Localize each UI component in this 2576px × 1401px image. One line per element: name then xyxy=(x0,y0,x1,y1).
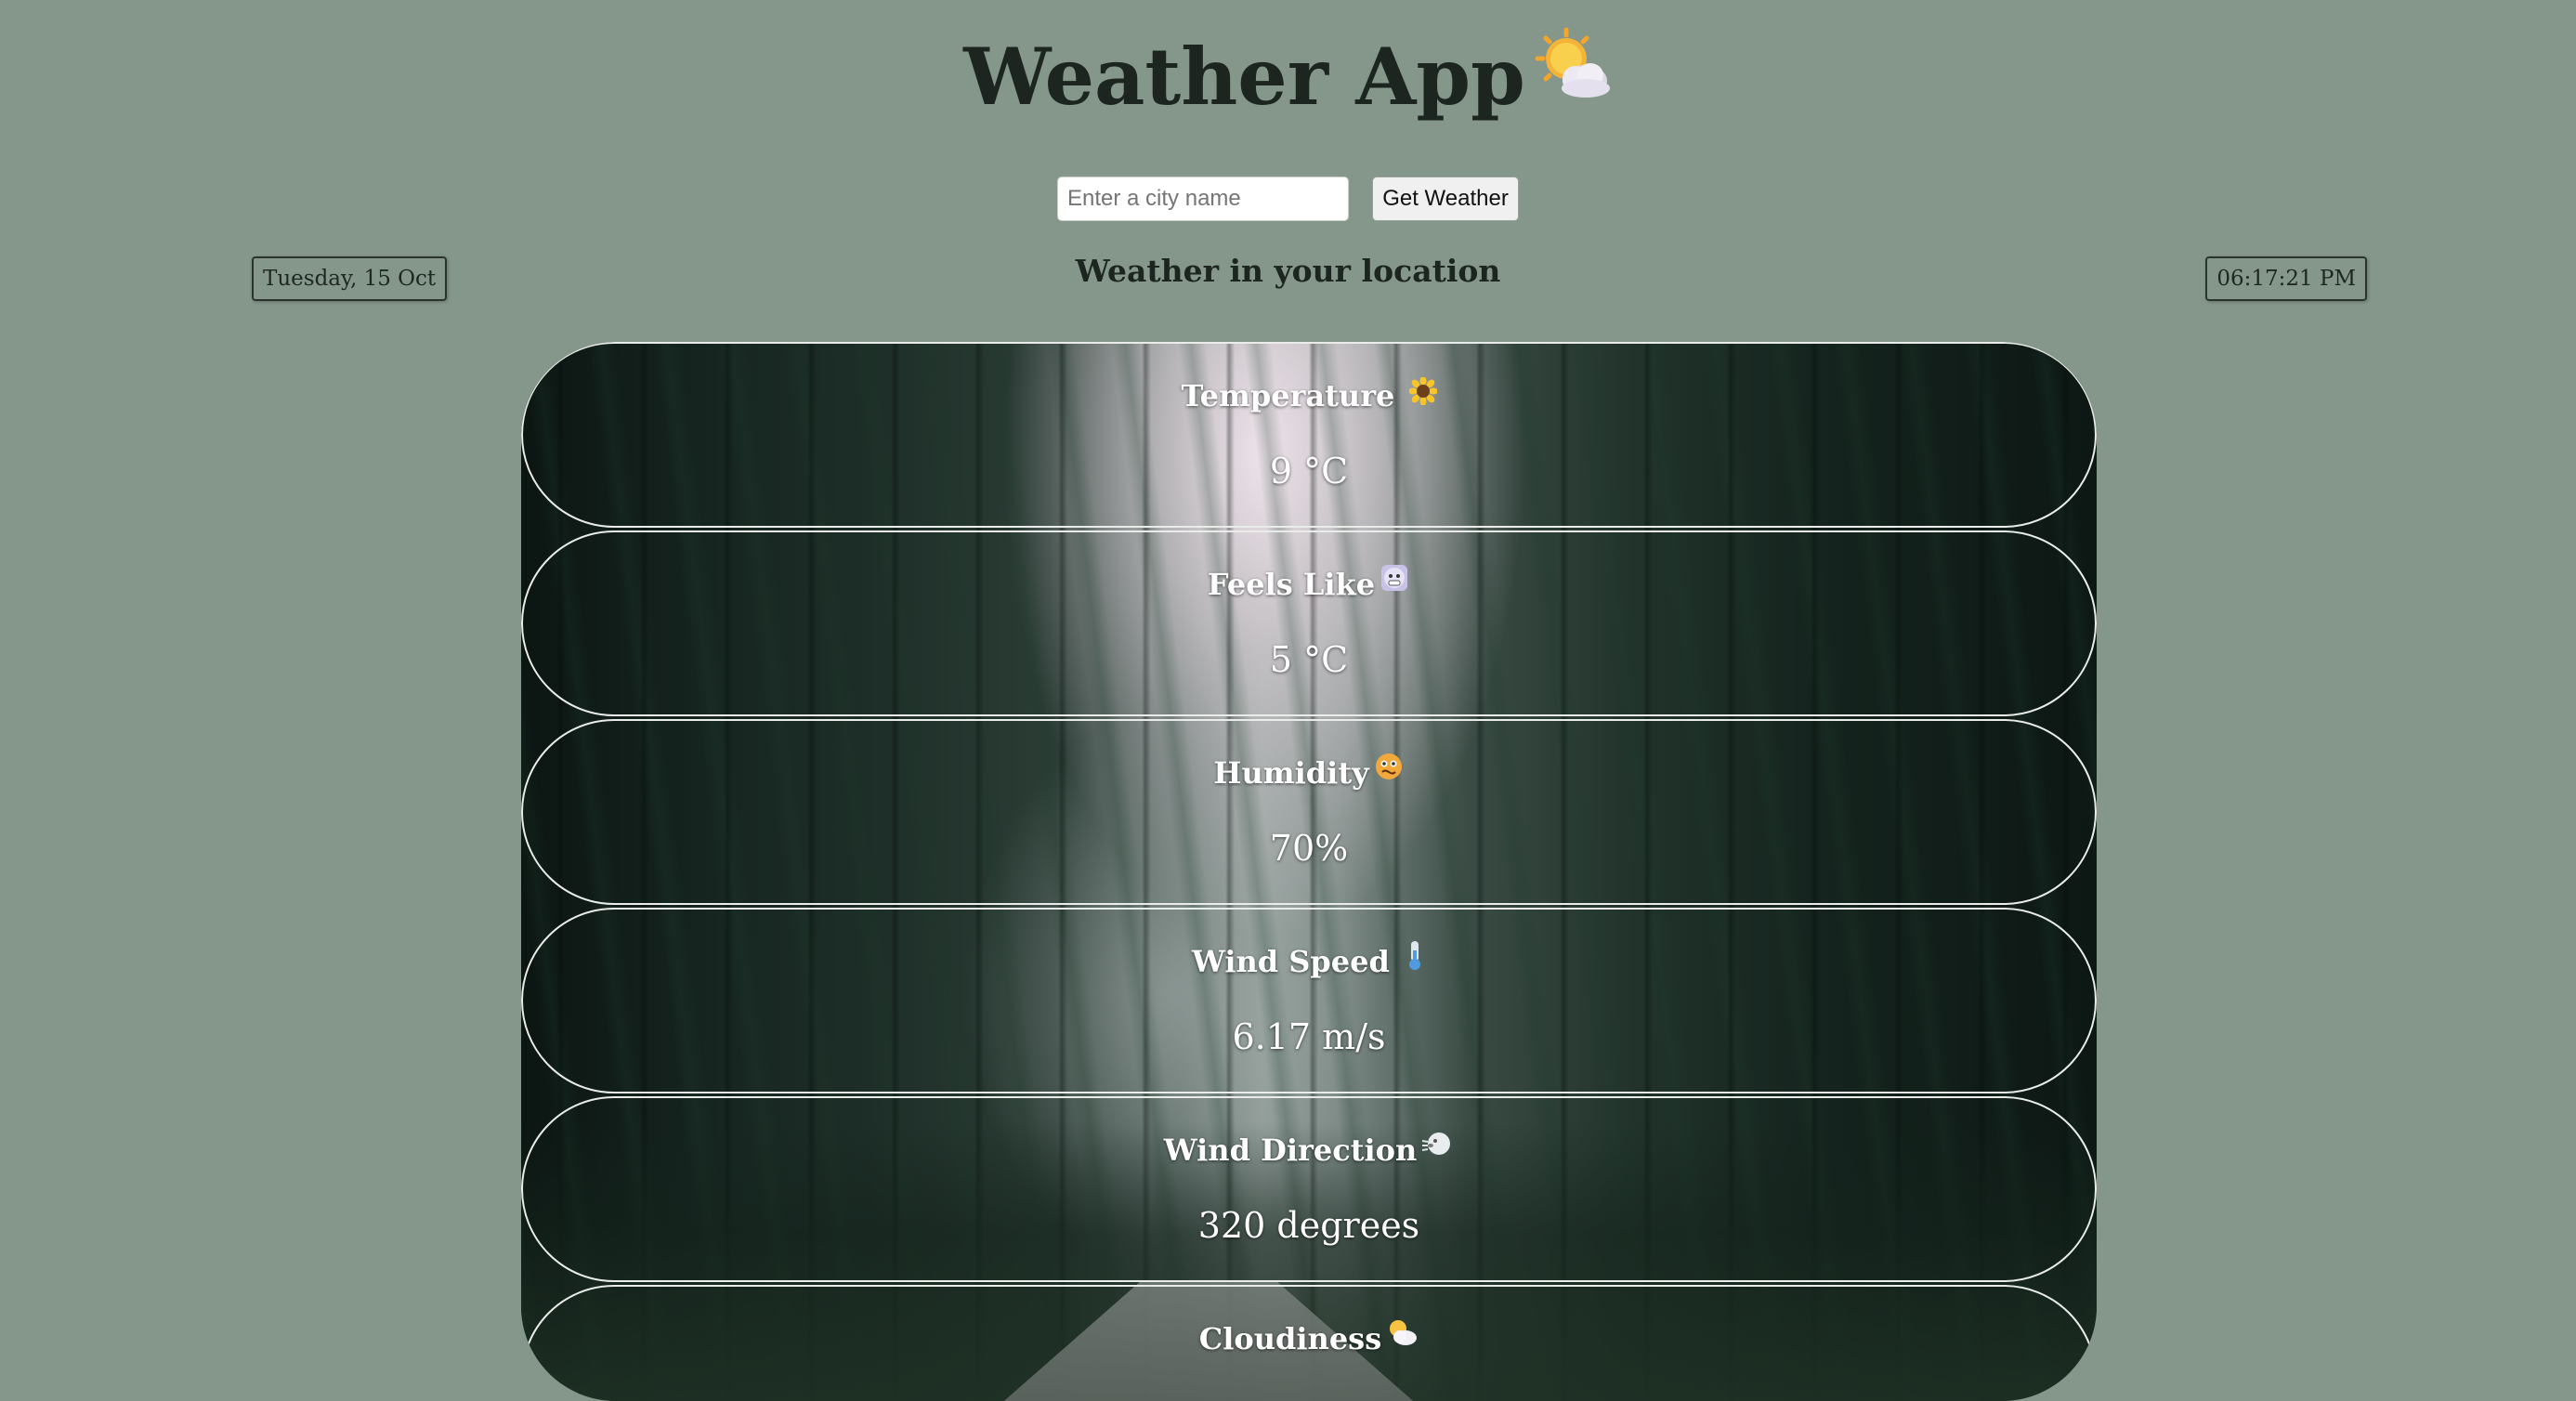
card-wind-direction: Wind Direction 320 degrees xyxy=(521,1096,2097,1282)
city-search-input[interactable] xyxy=(1057,177,1349,221)
card-value-wind-direction: 320 degrees xyxy=(1197,1205,1420,1246)
wind-face-icon xyxy=(1420,1128,1454,1170)
card-label-feels-like: Feels Like xyxy=(523,564,2095,608)
card-temperature: Temperature 9 °C xyxy=(521,342,2097,528)
card-wind-speed: Wind Speed 6.17 m/s xyxy=(521,908,2097,1093)
app-title-text: Weather App xyxy=(963,31,1525,123)
location-heading: Weather in your location xyxy=(1075,253,1501,289)
thermometer-icon xyxy=(1404,939,1426,981)
card-value-temperature: 9 °C xyxy=(1269,451,1349,491)
card-value-feels-like: 5 °C xyxy=(1269,639,1349,680)
card-title: Wind Speed xyxy=(1191,944,1390,979)
hot-face-icon xyxy=(1373,751,1405,792)
card-humidity: Humidity 70% xyxy=(521,719,2097,905)
card-title: Cloudiness xyxy=(1198,1321,1382,1356)
card-value-wind-speed: 6.17 m/s xyxy=(1232,1016,1386,1057)
get-weather-button[interactable]: Get Weather xyxy=(1372,177,1519,221)
card-title: Feels Like xyxy=(1207,567,1376,602)
weather-cards-panel: Temperature 9 °C Feels Like 5 °C Humidit… xyxy=(521,342,2097,1401)
time-display: 06:17:21 PM xyxy=(2205,256,2367,301)
card-label-humidity: Humidity xyxy=(523,753,2095,796)
card-label-cloudiness: Cloudiness xyxy=(523,1318,2095,1362)
card-title: Humidity xyxy=(1213,755,1369,791)
app-title: Weather App xyxy=(0,26,2576,135)
card-title: Temperature xyxy=(1181,378,1395,413)
sun-behind-cloud-icon xyxy=(1535,27,1613,129)
card-feels-like: Feels Like 5 °C xyxy=(521,530,2097,716)
sunflower-icon xyxy=(1407,374,1438,415)
card-value-humidity: 70% xyxy=(1269,828,1349,869)
card-label-wind-speed: Wind Speed xyxy=(523,941,2095,985)
sun-behind-cloud-icon xyxy=(1385,1316,1419,1358)
card-title: Wind Direction xyxy=(1163,1133,1418,1168)
card-label-wind-direction: Wind Direction xyxy=(523,1130,2095,1173)
cold-face-icon xyxy=(1379,562,1410,604)
card-label-temperature: Temperature xyxy=(523,375,2095,419)
search-bar: Get Weather xyxy=(0,177,2576,223)
card-cloudiness: Cloudiness xyxy=(521,1285,2097,1401)
